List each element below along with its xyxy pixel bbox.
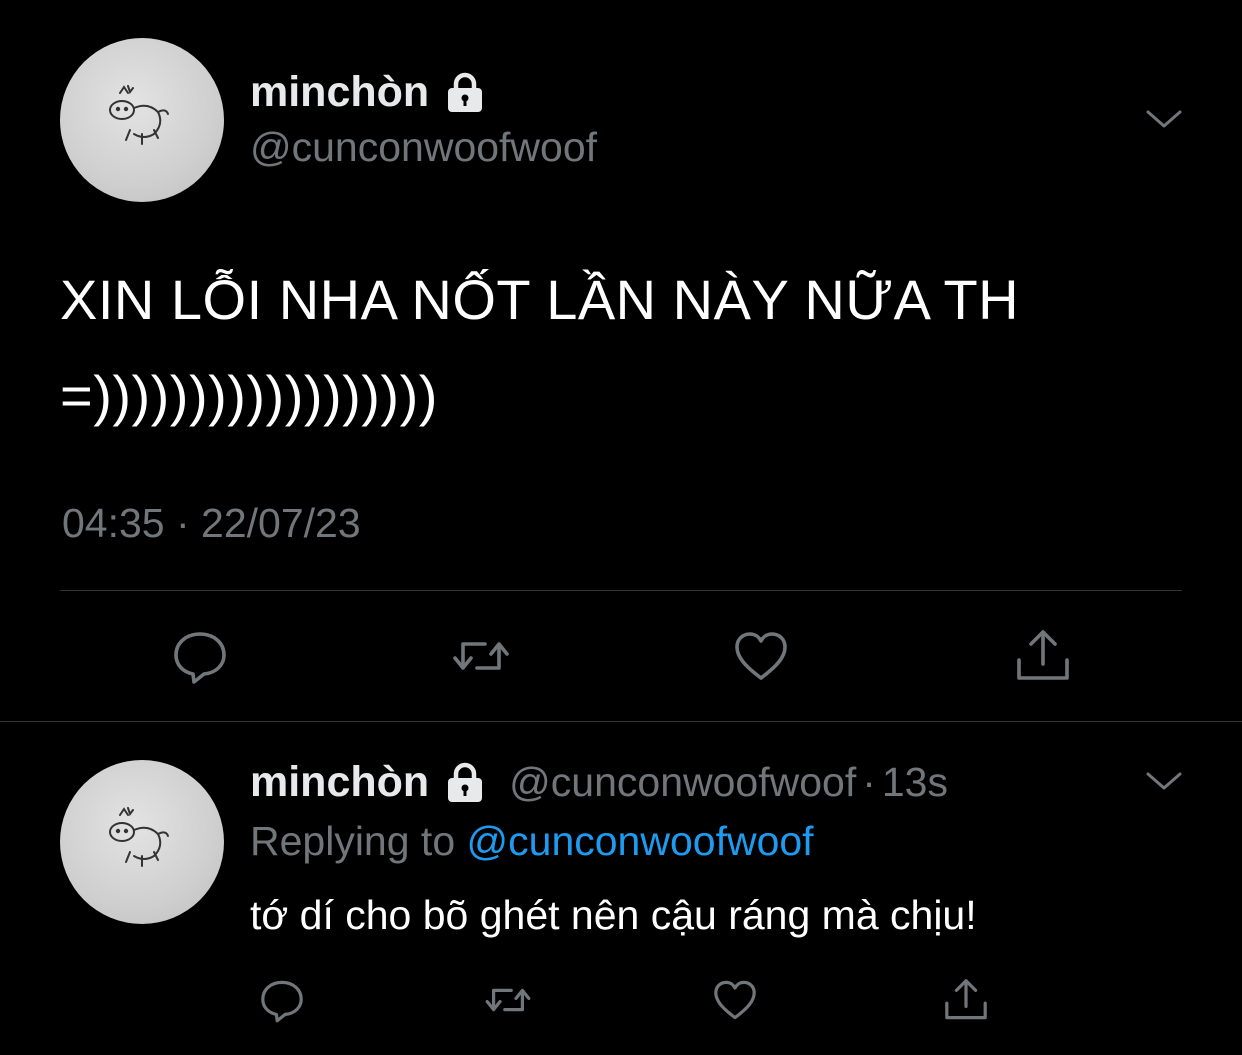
dog-doodle-icon (109, 85, 169, 145)
username[interactable]: @cunconwoofwoof (250, 124, 597, 171)
author-row: minchòn (250, 66, 487, 118)
share-button[interactable] (942, 976, 990, 1024)
reply-button[interactable] (258, 976, 306, 1024)
share-button[interactable] (1013, 626, 1073, 686)
chevron-down-icon[interactable] (1144, 104, 1184, 132)
retweet-icon (453, 642, 509, 670)
tweet-text: XIN LỖI NHA NỐT LẦN NÀY NỮA TH =))))))))… (60, 252, 1200, 444)
divider (0, 721, 1242, 722)
display-name[interactable]: minchòn (250, 758, 429, 807)
display-name[interactable]: minchòn (250, 68, 429, 117)
heart-icon (714, 980, 756, 1020)
retweet-icon (485, 988, 531, 1012)
lock-icon (443, 71, 487, 113)
share-icon (1017, 630, 1069, 680)
avatar[interactable] (60, 38, 224, 202)
tweet-detail-page: minchòn @cunconwoofwoof XIN LỖI NHA NỐT … (0, 0, 1242, 1055)
heart-icon (735, 632, 787, 680)
tweet-timestamp[interactable]: 04:35 · 22/07/23 (62, 500, 361, 547)
tweet-age[interactable]: 13s (882, 759, 948, 806)
divider (60, 590, 1182, 591)
separator-dot: · (862, 758, 876, 805)
comment-icon (174, 632, 226, 684)
tweet-text-line-2: =)))))))))))))))))) (60, 364, 438, 427)
avatar[interactable] (60, 760, 224, 924)
replying-to-label: Replying to (250, 818, 456, 864)
reply-text: tớ dí cho bõ ghét nên cậu ráng mà chịu! (250, 892, 977, 938)
replying-to-line: Replying to @cunconwoofwoof (250, 818, 814, 865)
reply-author-row: minchòn @cunconwoofwoof · 13s (250, 756, 948, 808)
tweet-text-line-1: XIN LỖI NHA NỐT LẦN NÀY NỮA TH (60, 268, 1020, 331)
like-button[interactable] (731, 626, 791, 686)
retweet-button[interactable] (484, 976, 532, 1024)
like-button[interactable] (711, 976, 759, 1024)
reply-button[interactable] (170, 626, 230, 686)
mention-link[interactable]: @cunconwoofwoof (467, 818, 814, 864)
dog-doodle-icon (109, 807, 169, 867)
lock-icon (443, 761, 487, 803)
share-icon (945, 979, 987, 1020)
retweet-button[interactable] (451, 626, 511, 686)
comment-icon (261, 980, 303, 1023)
chevron-down-icon[interactable] (1144, 766, 1184, 794)
username[interactable]: @cunconwoofwoof (509, 759, 856, 806)
